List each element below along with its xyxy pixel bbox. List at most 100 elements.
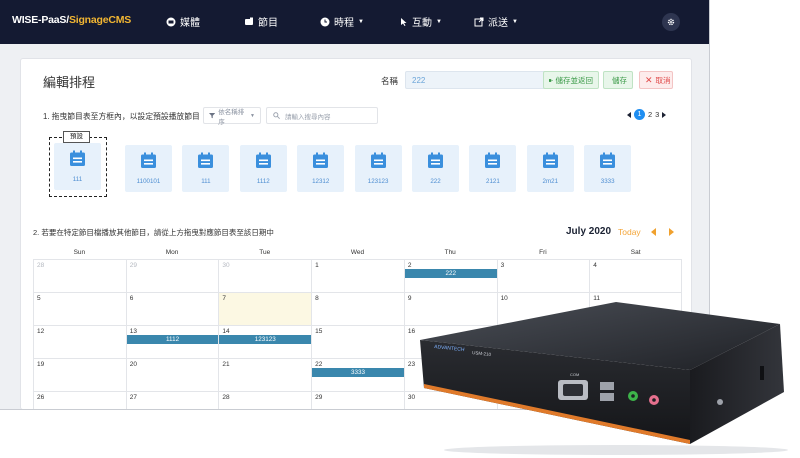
program-tile[interactable]: 2m21 — [526, 145, 574, 192]
calendar-day-cell[interactable]: 29 — [125, 259, 219, 292]
calendar-day-cell[interactable]: 12 — [33, 325, 126, 358]
program-file-icon — [141, 152, 156, 168]
nav-item-interactive[interactable]: 互動 ▼ — [398, 14, 442, 29]
pager-page-current[interactable]: 1 — [634, 109, 645, 120]
filter-icon — [209, 113, 216, 119]
interactive-icon — [401, 17, 407, 26]
calendar-day-cell[interactable]: 20 — [125, 358, 219, 391]
calendar-today-button[interactable]: Today — [618, 227, 641, 237]
calendar-day-cell[interactable]: 8 — [311, 292, 404, 325]
program-tile-label: 111 — [72, 176, 83, 183]
nav-item-program[interactable]: 節目 — [244, 14, 278, 29]
save-and-return-button[interactable]: 儲存並返回 — [543, 71, 599, 89]
deploy-icon — [474, 17, 484, 26]
weekday-header: Wed — [350, 249, 365, 256]
schedule-icon — [320, 17, 330, 26]
program-file-icon — [198, 152, 214, 168]
nav-label-media: 媒體 — [180, 18, 200, 29]
calendar-day-cell[interactable]: 6 — [125, 292, 219, 325]
calendar-next-icon[interactable] — [669, 228, 674, 236]
page-title: 編輯排程 — [43, 75, 96, 90]
media-player-device-image: ADVANTECH USM-210 COM — [420, 302, 788, 455]
chevron-down-icon: ▼ — [250, 112, 255, 119]
pager-page-2[interactable]: 2 — [648, 110, 652, 119]
calendar-event[interactable]: 1112 — [126, 335, 219, 344]
nav-item-schedule[interactable]: 時程 ▼ — [320, 14, 364, 29]
calendar-event[interactable]: 222 — [404, 269, 497, 278]
calendar-day-cell[interactable]: 27 — [125, 391, 219, 409]
brand-text-a: WISE-PaaS/ — [12, 14, 69, 26]
calendar-day-cell[interactable]: 30 — [218, 259, 312, 292]
usb-port-icon — [600, 382, 614, 390]
calendar-day-cell[interactable]: 15 — [311, 325, 404, 358]
schedule-name-input[interactable] — [405, 71, 553, 89]
save-and-return-label: 儲存並返回 — [555, 75, 594, 85]
program-tile[interactable]: 1112 — [239, 145, 287, 192]
calendar-day-cell[interactable]: 21 — [218, 358, 312, 391]
nav-item-deploy[interactable]: 派送 ▼ — [474, 14, 518, 29]
program-tile-default[interactable]: 111 — [54, 143, 101, 190]
search-placeholder: 請輸入搜尋內容 — [285, 113, 331, 121]
sort-dropdown-label: 依名稱排序 — [218, 108, 245, 126]
weekday-header: Sun — [73, 249, 86, 256]
program-search-input[interactable]: 請輸入搜尋內容 — [266, 107, 378, 124]
program-tile[interactable]: 3333 — [584, 145, 632, 192]
pager-prev-icon[interactable] — [627, 111, 631, 118]
top-nav-bar: WISE-PaaS/SignageCMS 媒體 節目 時程 ▼ 互動 ▼ 派送 … — [0, 0, 709, 44]
calendar-day-cell[interactable]: 19 — [33, 358, 126, 391]
calendar-day-cell[interactable]: 28 — [218, 391, 312, 409]
program-file-icon — [313, 152, 329, 168]
program-tile-label: 123123 — [367, 178, 389, 185]
weekday-header: Mon — [165, 249, 179, 256]
nav-label-schedule: 時程 — [334, 18, 354, 29]
program-tile-label: 3333 — [600, 178, 615, 185]
calendar-day-cell[interactable]: 7 — [218, 292, 312, 325]
calendar-day-cell[interactable]: 26 — [33, 391, 126, 409]
program-file-icon — [255, 152, 271, 168]
calendar-event[interactable]: 3333 — [312, 368, 404, 377]
program-tile[interactable]: 123123 — [354, 145, 402, 192]
media-icon — [166, 17, 176, 26]
pager-next-icon[interactable] — [662, 111, 667, 118]
calendar-day-cell[interactable]: 5 — [33, 292, 126, 325]
nav-label-deploy: 派送 — [488, 18, 508, 29]
calendar-day-cell[interactable]: 4 — [589, 259, 682, 292]
nav-item-media[interactable]: 媒體 — [166, 14, 200, 29]
pager-page-3[interactable]: 3 — [655, 110, 659, 119]
program-file-icon — [428, 152, 443, 168]
calendar-event[interactable]: 123123 — [219, 335, 312, 344]
program-tile[interactable]: 2121 — [469, 145, 517, 192]
cancel-label: 取消 — [655, 75, 671, 85]
program-file-icon — [542, 152, 558, 168]
save-button[interactable]: 儲存 — [603, 71, 633, 89]
calendar-day-cell[interactable]: 28 — [33, 259, 126, 292]
program-tile-label: 2121 — [486, 178, 500, 185]
program-file-icon — [485, 152, 501, 168]
gear-icon — [667, 18, 675, 26]
calendar-day-cell[interactable]: 1 — [311, 259, 404, 292]
program-tile-label: 1112 — [256, 178, 270, 185]
brand-logo[interactable]: WISE-PaaS/SignageCMS — [12, 14, 131, 26]
calendar-prev-icon[interactable] — [651, 228, 656, 236]
sort-dropdown[interactable]: 依名稱排序 ▼ — [203, 107, 261, 126]
program-icon — [245, 17, 253, 25]
weekday-header: Sat — [630, 249, 641, 256]
program-file-icon — [70, 150, 85, 166]
program-tile-label: 1100101 — [136, 178, 161, 185]
save-return-icon — [549, 78, 553, 82]
chevron-down-icon: ▼ — [436, 18, 442, 25]
power-button-icon — [717, 399, 723, 405]
cancel-button[interactable]: ✕ 取消 — [639, 71, 673, 89]
calendar-day-cell[interactable]: 3 — [496, 259, 590, 292]
program-tile[interactable]: 12312 — [297, 145, 345, 192]
program-tile-label: 2m21 — [542, 178, 559, 185]
program-tile-label: 111 — [201, 178, 211, 185]
weekday-header: Tue — [259, 249, 271, 256]
settings-button[interactable] — [662, 13, 680, 31]
close-icon: ✕ — [645, 74, 653, 85]
program-tile[interactable]: 1100101 — [125, 145, 172, 192]
program-tile[interactable]: 111 — [182, 145, 230, 192]
program-file-icon — [370, 152, 386, 168]
calendar-day-cell[interactable]: 29 — [311, 391, 404, 409]
program-tile[interactable]: 222 — [412, 145, 459, 192]
